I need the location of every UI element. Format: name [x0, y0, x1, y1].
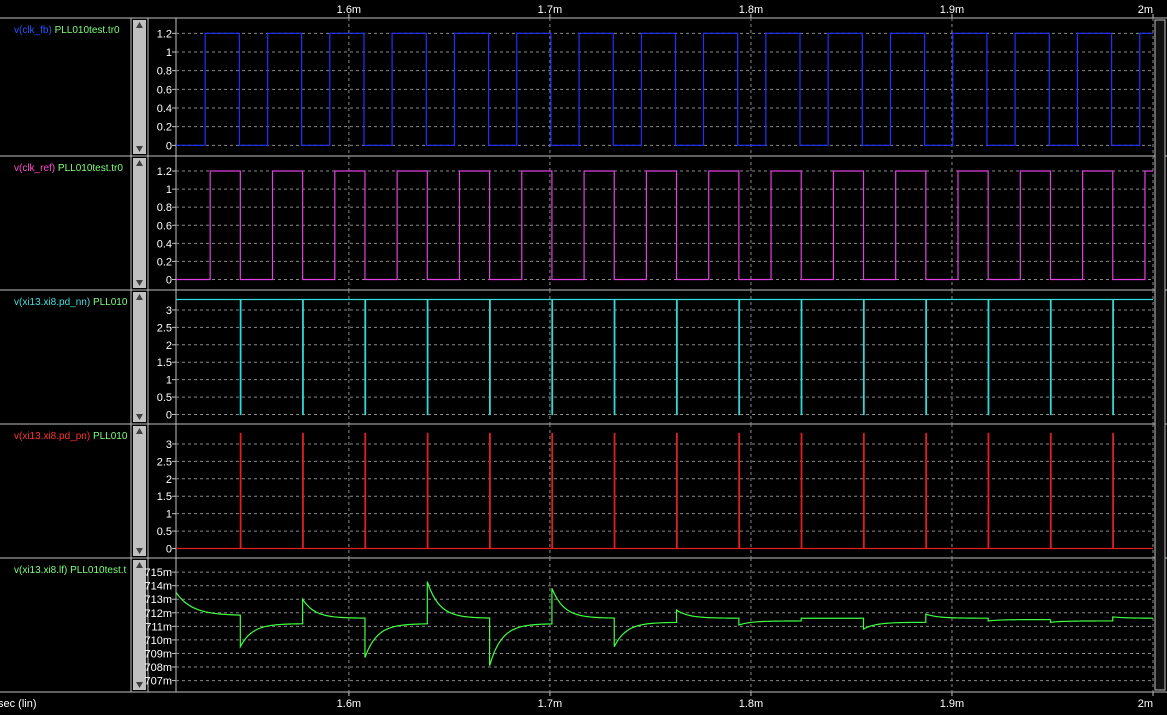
y-tick-label: 0.6 — [157, 220, 172, 232]
x-tick-label-top: 1.9m — [940, 4, 964, 16]
y-tick-label: 3 — [166, 439, 172, 451]
x-tick-label-bottom: 1.8m — [739, 698, 763, 710]
signal-source-lf: PLL010test.t — [70, 565, 126, 576]
y-tick-label: 707m — [144, 676, 172, 688]
y-tick-label: 709m — [144, 648, 172, 660]
panel-scrollbar-clk_fb[interactable] — [133, 20, 146, 154]
x-tick-label-bottom: 1.9m — [940, 698, 964, 710]
signal-source-clk_ref: PLL010test.tr0 — [58, 163, 123, 174]
panel-scrollbar-pd_pn[interactable] — [133, 426, 146, 556]
y-tick-label: 0.2 — [157, 256, 172, 268]
right-scroll-track[interactable] — [1154, 19, 1166, 691]
y-tick-label: 3 — [166, 305, 172, 317]
y-tick-label: 2.5 — [157, 456, 172, 468]
y-tick-label: 0 — [166, 140, 172, 152]
y-tick-label: 2 — [166, 474, 172, 486]
signal-name-clk_fb: v(clk_fb) — [14, 25, 55, 36]
x-tick-label-top: 1.8m — [739, 4, 763, 16]
x-tick-label-bottom: 2m — [1138, 698, 1153, 710]
y-tick-label: 1 — [166, 184, 172, 196]
y-tick-label: 0.5 — [157, 526, 172, 538]
y-tick-label: 2 — [166, 340, 172, 352]
signal-label-pd_nn: v(xi13.xi8.pd_nn) PLL010 — [14, 297, 128, 308]
waveform-viewer: v(clk_fb) PLL010test.tr0 v(clk_ref) PLL01… — [0, 0, 1167, 710]
x-tick-label-top: 1.6m — [337, 4, 361, 16]
x-tick-label-bottom: 1.6m — [337, 698, 361, 710]
signal-name-pd_nn: v(xi13.xi8.pd_nn) — [14, 297, 93, 308]
signal-name-clk_ref: v(clk_ref) — [14, 163, 58, 174]
signal-source-clk_fb: PLL010test.tr0 — [55, 25, 120, 36]
signal-source-pd_nn: PLL010 — [93, 297, 128, 308]
y-tick-label: 0 — [166, 544, 172, 556]
plot-background — [0, 0, 1167, 710]
x-axis-label: sec (lin) — [0, 698, 37, 710]
y-tick-label: 0 — [166, 274, 172, 286]
y-tick-label: 714m — [144, 581, 172, 593]
signal-label-lf: v(xi13.xi8.lf) PLL010test.t — [14, 565, 126, 576]
signal-name-pd_pn: v(xi13.xi8.pd_pn) — [14, 431, 93, 442]
y-tick-label: 1.5 — [157, 491, 172, 503]
signal-name-lf: v(xi13.xi8.lf) — [14, 565, 70, 576]
panel-scrollbar-clk_ref[interactable] — [133, 158, 146, 288]
y-tick-label: 708m — [144, 662, 172, 674]
y-tick-label: 1.5 — [157, 357, 172, 369]
y-tick-label: 0.6 — [157, 84, 172, 96]
signal-label-pd_pn: v(xi13.xi8.pd_pn) PLL010 — [14, 431, 128, 442]
x-tick-label-bottom: 1.7m — [538, 698, 562, 710]
y-tick-label: 2.5 — [157, 322, 172, 334]
waveform-plot: v(clk_fb) PLL010test.tr0v(clk_ref) PLL01… — [0, 0, 1167, 710]
y-tick-label: 711m — [145, 621, 172, 633]
y-tick-label: 1 — [166, 375, 172, 387]
signal-label-clk_fb: v(clk_fb) PLL010test.tr0 — [14, 25, 120, 36]
panel-scrollbar-pd_nn[interactable] — [133, 292, 146, 422]
y-tick-label: 713m — [144, 594, 172, 606]
y-tick-label: 1 — [166, 509, 172, 521]
signal-source-pd_pn: PLL010 — [93, 431, 128, 442]
y-tick-label: 1 — [166, 47, 172, 59]
y-tick-label: 0 — [166, 410, 172, 422]
x-tick-label-top: 1.7m — [538, 4, 562, 16]
y-tick-label: 0.4 — [157, 238, 172, 250]
y-tick-label: 0.2 — [157, 122, 172, 134]
y-tick-label: 1.2 — [157, 28, 172, 40]
y-tick-label: 712m — [144, 608, 172, 620]
y-tick-label: 0.5 — [157, 392, 172, 404]
y-tick-label: 0.4 — [157, 103, 172, 115]
signal-label-clk_ref: v(clk_ref) PLL010test.tr0 — [14, 163, 123, 174]
x-tick-label-top: 2m — [1138, 4, 1153, 16]
y-tick-label: 715m — [144, 567, 172, 579]
y-tick-label: 0.8 — [157, 202, 172, 214]
y-tick-label: 1.2 — [157, 166, 172, 178]
y-tick-label: 710m — [144, 635, 172, 647]
y-tick-label: 0.8 — [157, 66, 172, 78]
